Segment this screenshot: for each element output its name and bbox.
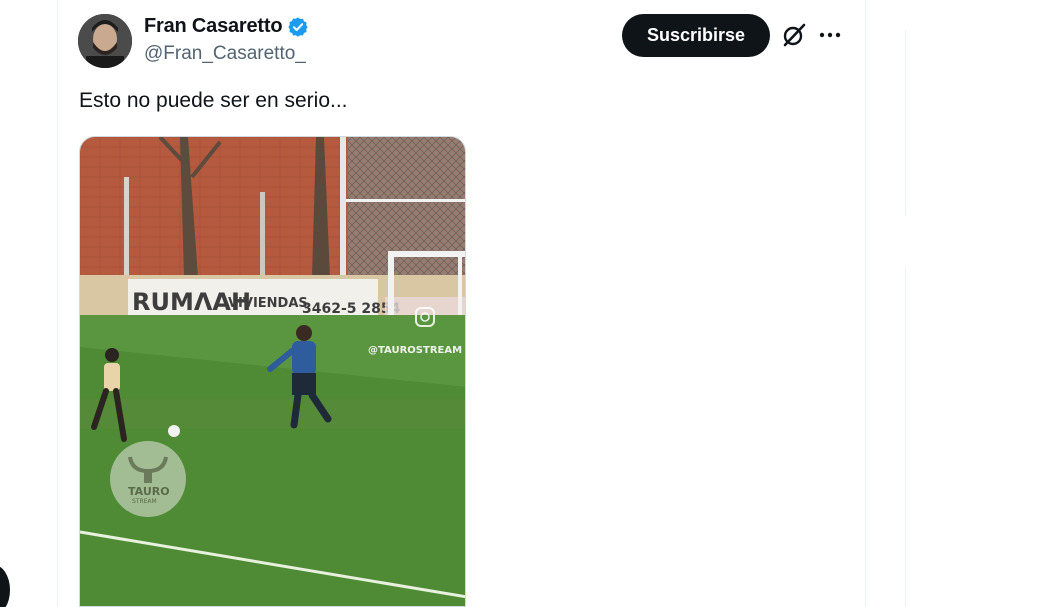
logo-sub: STREAM [132, 498, 157, 505]
watermark-handle: @TAUROSTREAM [368, 345, 462, 356]
banner-sub: VIVIENDAS [228, 296, 308, 311]
tweet-text: Esto no puede ser en serio... [79, 89, 348, 112]
avatar[interactable] [78, 14, 132, 68]
author-name[interactable]: Fran Casaretto [144, 15, 283, 38]
sidebar-divider [905, 30, 906, 215]
author-handle[interactable]: @Fran_Casaretto_ [144, 43, 306, 65]
tweet-video[interactable]: RUΜΛAH VIVIENDAS 3462-5 2854 @TAUROSTREA… [79, 136, 466, 607]
sidebar-divider [905, 268, 906, 607]
subscribe-button[interactable]: Suscribirse [622, 14, 770, 57]
floating-button[interactable] [0, 565, 10, 607]
more-icon[interactable] [816, 21, 844, 49]
logo-text: TAURO [128, 485, 170, 498]
grok-icon[interactable] [780, 21, 808, 49]
verified-badge-icon [287, 16, 309, 38]
author-name-row[interactable]: Fran Casaretto [144, 15, 309, 38]
